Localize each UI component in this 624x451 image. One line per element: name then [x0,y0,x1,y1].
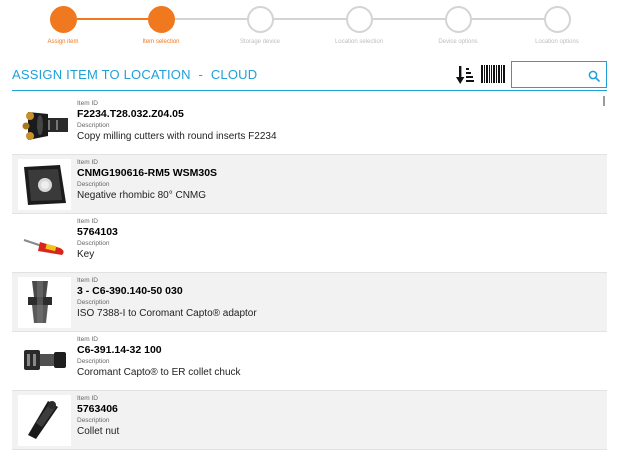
item-id-caption: Item ID [77,395,98,402]
step-circle [444,6,472,33]
description-caption: Description [77,299,110,306]
description-caption: Description [77,358,110,365]
search-input[interactable] [516,66,584,84]
list-item[interactable]: Item ID 5764103 Description Key [12,214,607,273]
item-id-caption: Item ID [77,336,98,343]
item-id-caption: Item ID [77,218,98,225]
item-list: Item ID F2234.T28.032.Z04.05 Description… [12,96,607,451]
step-label: Location options [535,39,579,45]
item-description: Collet nut [77,426,120,437]
item-meta: Item ID 5763406 Description Collet nut [77,395,119,438]
collet-nut-icon [18,395,71,446]
item-id: CNMG190616-RM5 WSM30S [77,167,218,179]
rhombic-insert-icon [18,159,71,210]
item-meta: Item ID 3 - C6-390.140-50 030 Descriptio… [77,277,257,320]
description-caption: Description [77,181,110,188]
item-meta: Item ID CNMG190616-RM5 WSM30S Descriptio… [77,159,217,202]
item-description: Copy milling cutters with round inserts … [77,131,277,142]
page-title: ASSIGN ITEM TO LOCATION - CLOUD [12,67,257,82]
step-circle [49,6,77,33]
step-circle [543,6,571,33]
list-item[interactable]: Item ID 3 - C6-390.140-50 030 Descriptio… [12,273,607,332]
item-id: C6-391.14-32 100 [77,344,162,356]
item-meta: Item ID 5764103 Description Key [77,218,118,261]
step-item-selection[interactable]: Item selection [126,6,196,45]
adaptor-icon [18,277,71,328]
item-description: Negative rhombic 80° CNMG [77,190,207,201]
list-item[interactable]: Item ID CNMG190616-RM5 WSM30S Descriptio… [12,155,607,214]
step-label: Device options [438,39,478,45]
list-item[interactable]: Item ID F2234.T28.032.Z04.05 Description… [12,96,607,155]
search-box[interactable] [511,61,607,88]
item-meta: Item ID C6-391.14-32 100 Description Cor… [77,336,241,379]
list-item[interactable]: Item ID C6-391.14-32 100 Description Cor… [12,332,607,391]
step-location-selection[interactable]: Location selection [324,6,394,45]
item-description: ISO 7388-I to Coromant Capto® adaptor [77,308,257,319]
screwdriver-key-icon [18,218,71,269]
item-id: 5763406 [77,403,118,415]
context-label: CLOUD [210,67,258,82]
step-label: Item selection [142,39,180,45]
item-id: 5764103 [77,226,118,238]
header-divider [12,90,607,91]
item-id-caption: Item ID [77,277,98,284]
step-circle [147,6,175,33]
item-id: F2234.T28.032.Z04.05 [77,108,184,120]
description-caption: Description [77,417,110,424]
sort-descending-icon[interactable] [456,65,474,85]
item-description: Coromant Capto® to ER collet chuck [77,367,241,378]
search-icon[interactable] [588,69,600,82]
step-device-options[interactable]: Device options [423,6,493,45]
page-title-text: ASSIGN ITEM TO LOCATION [12,67,191,82]
step-label: Assign item [47,39,79,45]
item-id: 3 - C6-390.140-50 030 [77,285,183,297]
description-caption: Description [77,240,110,247]
step-storage-device[interactable]: Storage device [225,6,295,45]
item-id-caption: Item ID [77,159,98,166]
list-scrollbar[interactable] [603,96,605,106]
title-separator: - [198,67,204,82]
item-description: Key [77,249,95,260]
milling-cutter-icon [18,100,71,151]
step-circle [345,6,373,33]
description-caption: Description [77,122,110,129]
step-assign-item[interactable]: Assign item [28,6,98,45]
step-label: Storage device [239,39,281,45]
step-label: Location selection [334,39,384,45]
progress-stepper: Assign item Item selection Storage devic… [0,0,624,56]
step-location-options[interactable]: Location options [522,6,592,45]
item-meta: Item ID F2234.T28.032.Z04.05 Description… [77,100,277,143]
page-header: ASSIGN ITEM TO LOCATION - CLOUD [12,61,607,89]
step-circle [246,6,274,33]
item-id-caption: Item ID [77,100,98,107]
collet-chuck-icon [18,336,71,387]
barcode-icon[interactable] [481,65,505,83]
list-item[interactable]: Item ID 5763406 Description Collet nut [12,391,607,450]
